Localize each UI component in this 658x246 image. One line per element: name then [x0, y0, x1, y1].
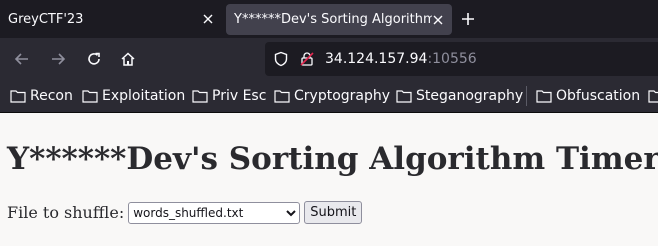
bookmark-label: Exploitation: [102, 88, 186, 104]
submit-button[interactable]: Submit: [304, 201, 363, 224]
bookmark-folder-overflow[interactable]: [648, 80, 658, 112]
folder-icon: [648, 90, 658, 103]
folder-icon: [536, 90, 552, 103]
folder-icon: [10, 90, 26, 103]
bookmark-label: Obfuscation: [556, 88, 641, 104]
bookmark-separator: [526, 86, 527, 106]
bookmark-folder-recon[interactable]: Recon: [10, 80, 73, 112]
bookmark-folder-steganography[interactable]: Steganography: [396, 80, 523, 112]
tab-title: GreyCTF'23: [8, 11, 84, 27]
tab-sorting-timer[interactable]: Y******Dev's Sorting Algorithm Timer: [226, 4, 452, 35]
bookmark-label: Steganography: [416, 88, 524, 104]
page-content: Y******Dev's Sorting Algorithm Timer Fil…: [0, 141, 658, 224]
close-tab-icon[interactable]: [202, 13, 214, 25]
page-title: Y******Dev's Sorting Algorithm Timer: [7, 141, 658, 177]
folder-icon: [192, 90, 208, 103]
bookmark-label: Cryptography: [294, 88, 391, 104]
bookmarks-toolbar: Recon Exploitation Priv Esc Cryptography…: [0, 80, 658, 113]
bookmark-folder-obfuscation[interactable]: Obfuscation: [536, 80, 640, 112]
back-arrow-icon[interactable]: [12, 49, 32, 69]
new-tab-icon[interactable]: [458, 9, 478, 29]
bookmark-folder-cryptography[interactable]: Cryptography: [274, 80, 390, 112]
file-select[interactable]: words_shuffled.txt: [128, 201, 301, 224]
url-bar[interactable]: 34.124.157.94:10556: [265, 42, 658, 76]
reload-icon[interactable]: [84, 49, 104, 69]
bookmark-folder-priv-esc[interactable]: Priv Esc: [192, 80, 266, 112]
close-tab-icon[interactable]: [432, 14, 444, 26]
nav-toolbar: 34.124.157.94:10556: [0, 38, 658, 80]
forward-arrow-icon[interactable]: [48, 49, 68, 69]
tracking-shield-icon[interactable]: [273, 51, 289, 67]
url-host: 34.124.157.94: [325, 51, 428, 67]
bookmark-label: Priv Esc: [212, 88, 267, 104]
folder-icon: [82, 90, 98, 103]
bookmark-folder-exploitation[interactable]: Exploitation: [82, 80, 185, 112]
folder-icon: [274, 90, 290, 103]
folder-icon: [396, 90, 412, 103]
tab-bar: GreyCTF'23 Y******Dev's Sorting Algorith…: [0, 0, 658, 38]
url-port: :10556: [427, 51, 477, 67]
tab-greyctf[interactable]: GreyCTF'23: [0, 0, 222, 38]
tab-title: Y******Dev's Sorting Algorithm Timer: [234, 12, 432, 27]
bookmark-label: Recon: [30, 88, 73, 104]
home-icon[interactable]: [118, 49, 138, 69]
browser-chrome: GreyCTF'23 Y******Dev's Sorting Algorith…: [0, 0, 658, 113]
shuffle-form: File to shuffle: words_shuffled.txt Subm…: [7, 201, 651, 224]
file-label: File to shuffle:: [7, 203, 125, 222]
url-text[interactable]: 34.124.157.94:10556: [325, 51, 477, 67]
insecure-lock-icon[interactable]: [299, 51, 315, 67]
